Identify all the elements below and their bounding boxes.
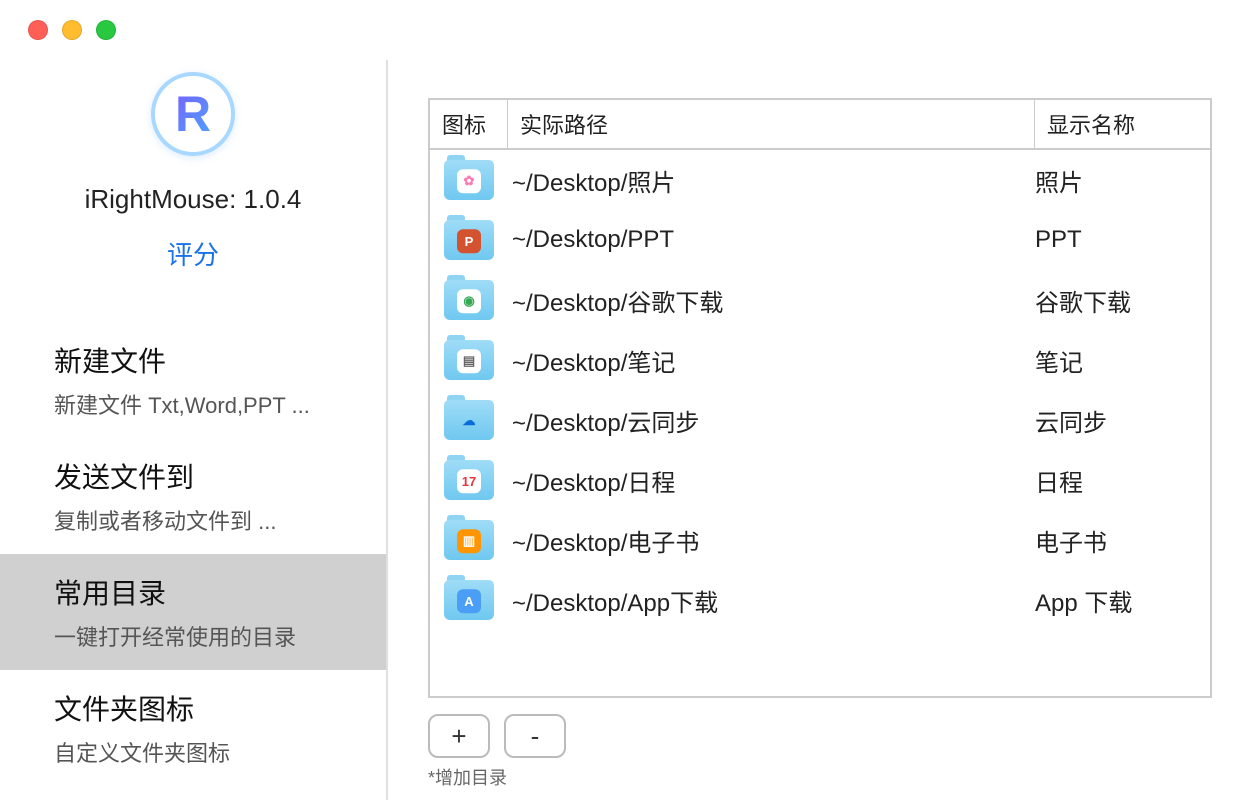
sidebar-item-sub: 新建文件 Txt,Word,PPT ... <box>54 388 332 420</box>
row-path: ~/Desktop/PPT <box>508 226 1035 254</box>
folder-table: 图标 实际路径 显示名称 ✿ ~/Desktop/照片照片 P ~/Desktop/P… <box>428 98 1212 698</box>
th-icon[interactable]: 图标 <box>430 100 508 148</box>
row-path: ~/Desktop/笔记 <box>508 343 1035 378</box>
row-icon-cell: 17 <box>430 460 508 500</box>
table-row[interactable]: 17 ~/Desktop/日程日程 <box>430 450 1210 510</box>
row-path: ~/Desktop/照片 <box>508 163 1035 198</box>
sidebar-item-title: 文件夹图标 <box>54 688 332 728</box>
titlebar <box>0 0 1252 60</box>
folder-badge-icon: ▤ <box>457 349 481 373</box>
sidebar-item-2[interactable]: 常用目录一键打开经常使用的目录 <box>0 554 386 670</box>
row-display-name: 照片 <box>1035 163 1210 198</box>
main-panel: 图标 实际路径 显示名称 ✿ ~/Desktop/照片照片 P ~/Desktop/P… <box>388 60 1252 800</box>
row-display-name: 电子书 <box>1035 523 1210 558</box>
remove-folder-button[interactable]: - <box>504 714 566 758</box>
sidebar-item-4[interactable]: 其他隐藏,显示,拷贝路径 ... <box>0 786 386 800</box>
sidebar-item-sub: 复制或者移动文件到 ... <box>54 504 332 536</box>
folder-badge-icon: ☁ <box>457 409 481 433</box>
row-path: ~/Desktop/云同步 <box>508 403 1035 438</box>
row-display-name: 谷歌下载 <box>1035 283 1210 318</box>
table-row[interactable]: P ~/Desktop/PPTPPT <box>430 210 1210 270</box>
folder-badge-icon: ◉ <box>457 289 481 313</box>
folder-badge-icon: ▥ <box>457 529 481 553</box>
sidebar-item-3[interactable]: 文件夹图标自定义文件夹图标 <box>0 670 386 786</box>
table-row[interactable]: ◉ ~/Desktop/谷歌下载谷歌下载 <box>430 270 1210 330</box>
zoom-window-button[interactable] <box>96 20 116 40</box>
folder-badge-icon: A <box>457 589 481 613</box>
table-body: ✿ ~/Desktop/照片照片 P ~/Desktop/PPTPPT ◉ ~/Deskt… <box>430 150 1210 696</box>
sidebar-item-sub: 自定义文件夹图标 <box>54 736 332 768</box>
table-toolbar: + - <box>428 714 1212 758</box>
row-display-name: 云同步 <box>1035 403 1210 438</box>
row-display-name: PPT <box>1035 226 1210 254</box>
row-path: ~/Desktop/App下载 <box>508 583 1035 618</box>
sidebar: R iRightMouse: 1.0.4 评分 新建文件新建文件 Txt,Wor… <box>0 60 388 800</box>
add-folder-button[interactable]: + <box>428 714 490 758</box>
toolbar-hint: *增加目录 <box>428 764 1212 790</box>
app-logo-icon: R <box>151 72 235 156</box>
close-window-button[interactable] <box>28 20 48 40</box>
table-row[interactable]: A ~/Desktop/App下载App 下载 <box>430 570 1210 630</box>
sidebar-nav: 新建文件新建文件 Txt,Word,PPT ...发送文件到复制或者移动文件到 … <box>0 322 386 800</box>
th-name[interactable]: 显示名称 <box>1035 100 1210 148</box>
app-logo-letter: R <box>175 85 211 143</box>
row-icon-cell: ◉ <box>430 280 508 320</box>
folder-icon: 17 <box>444 460 494 500</box>
folder-icon: ▥ <box>444 520 494 560</box>
row-icon-cell: P <box>430 220 508 260</box>
app-window: R iRightMouse: 1.0.4 评分 新建文件新建文件 Txt,Wor… <box>0 0 1252 800</box>
app-title: iRightMouse: 1.0.4 <box>85 184 302 215</box>
folder-icon: P <box>444 220 494 260</box>
window-body: R iRightMouse: 1.0.4 评分 新建文件新建文件 Txt,Wor… <box>0 60 1252 800</box>
table-header: 图标 实际路径 显示名称 <box>430 100 1210 150</box>
folder-icon: ☁ <box>444 400 494 440</box>
minimize-window-button[interactable] <box>62 20 82 40</box>
folder-badge-icon: ✿ <box>457 169 481 193</box>
sidebar-item-title: 发送文件到 <box>54 456 332 496</box>
table-row[interactable]: ▤ ~/Desktop/笔记笔记 <box>430 330 1210 390</box>
app-header: R iRightMouse: 1.0.4 评分 <box>0 60 386 292</box>
table-row[interactable]: ☁ ~/Desktop/云同步云同步 <box>430 390 1210 450</box>
th-path[interactable]: 实际路径 <box>508 100 1035 148</box>
folder-icon: ✿ <box>444 160 494 200</box>
sidebar-item-title: 新建文件 <box>54 340 332 380</box>
folder-badge-icon: 17 <box>457 469 481 493</box>
folder-icon: A <box>444 580 494 620</box>
row-path: ~/Desktop/谷歌下载 <box>508 283 1035 318</box>
sidebar-item-1[interactable]: 发送文件到复制或者移动文件到 ... <box>0 438 386 554</box>
row-icon-cell: ▥ <box>430 520 508 560</box>
sidebar-item-title: 常用目录 <box>54 572 332 612</box>
row-path: ~/Desktop/日程 <box>508 463 1035 498</box>
table-row[interactable]: ✿ ~/Desktop/照片照片 <box>430 150 1210 210</box>
row-icon-cell: A <box>430 580 508 620</box>
folder-badge-icon: P <box>457 229 481 253</box>
row-icon-cell: ▤ <box>430 340 508 380</box>
table-row[interactable]: ▥ ~/Desktop/电子书电子书 <box>430 510 1210 570</box>
rate-link[interactable]: 评分 <box>167 235 219 272</box>
folder-icon: ◉ <box>444 280 494 320</box>
row-icon-cell: ☁ <box>430 400 508 440</box>
row-display-name: 日程 <box>1035 463 1210 498</box>
row-display-name: 笔记 <box>1035 343 1210 378</box>
folder-icon: ▤ <box>444 340 494 380</box>
sidebar-item-sub: 一键打开经常使用的目录 <box>54 620 332 652</box>
row-path: ~/Desktop/电子书 <box>508 523 1035 558</box>
row-icon-cell: ✿ <box>430 160 508 200</box>
sidebar-item-0[interactable]: 新建文件新建文件 Txt,Word,PPT ... <box>0 322 386 438</box>
row-display-name: App 下载 <box>1035 583 1210 618</box>
